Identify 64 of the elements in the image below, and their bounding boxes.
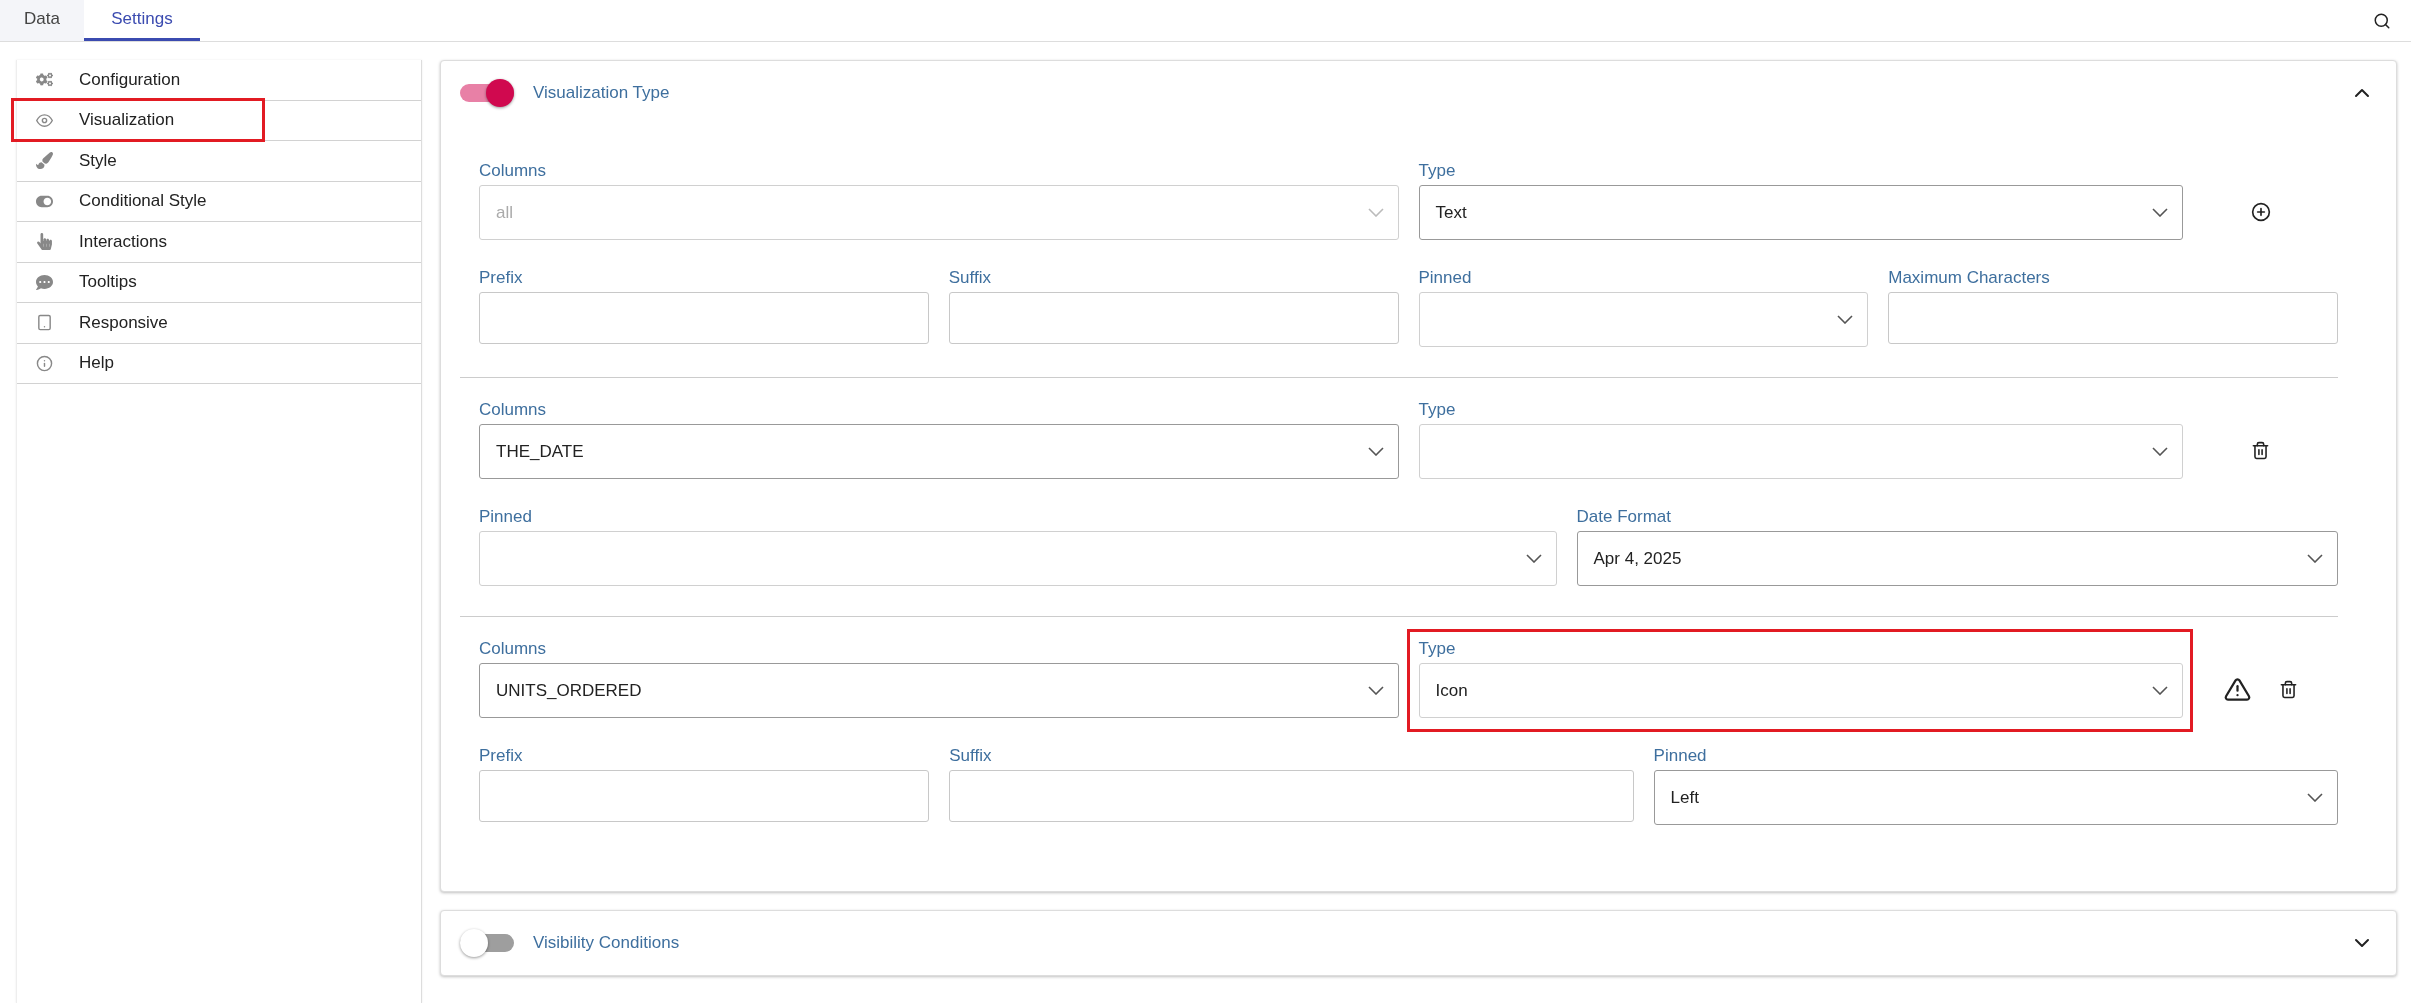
- field-label: Maximum Characters: [1888, 268, 2051, 288]
- dropdown-field[interactable]: Apr 4, 2025: [1576, 531, 2338, 586]
- sidebar-label: Conditional Style: [79, 191, 207, 212]
- sidebar-label: Style: [79, 150, 117, 171]
- chevron-down-icon: [2152, 447, 2168, 456]
- warning-icon[interactable]: [2223, 676, 2251, 703]
- field-label: Columns: [479, 161, 548, 181]
- sidebar-item[interactable]: Tooltips: [17, 262, 421, 303]
- chevron-down-icon: [1367, 208, 1384, 217]
- trash-icon[interactable]: [2251, 441, 2270, 460]
- sidebar-label: Help: [79, 353, 114, 374]
- dropdown-field[interactable]: Icon: [1418, 663, 2183, 718]
- field-label: Prefix: [479, 746, 524, 766]
- sidebar-item[interactable]: Conditional Style: [17, 181, 421, 222]
- sidebar-item[interactable]: Responsive: [17, 303, 421, 344]
- dropdown-field[interactable]: Left: [1653, 770, 2338, 825]
- add-icon[interactable]: [2250, 201, 2271, 222]
- dropdown-field[interactable]: UNITS_ORDERED: [479, 663, 1399, 718]
- sidebar-item[interactable]: Configuration: [17, 60, 421, 101]
- sidebar-item[interactable]: Style: [17, 141, 421, 182]
- toggle-switch[interactable]: [459, 78, 515, 108]
- panel-title: Visualization Type: [533, 83, 671, 103]
- sidebar-item[interactable]: Help: [17, 343, 421, 384]
- tab[interactable]: Data: [0, 0, 84, 41]
- chevron-down-icon: [1525, 554, 1542, 563]
- chevron-down-icon: [1837, 315, 1854, 324]
- sidebar-label: Configuration: [79, 69, 181, 90]
- input-field[interactable]: [948, 292, 1399, 344]
- chevron-down-icon: [2307, 793, 2323, 802]
- field-label: Suffix: [949, 746, 993, 766]
- dropdown-field[interactable]: [1418, 424, 2183, 479]
- dropdown-field[interactable]: [1418, 292, 1869, 347]
- chevron-down-icon: [1367, 686, 1384, 695]
- sidebar-item[interactable]: Visualization: [17, 100, 421, 141]
- input-field[interactable]: [1888, 292, 2338, 344]
- field-label: Suffix: [948, 268, 992, 288]
- field-label: Pinned: [1653, 746, 1708, 766]
- chevron-down-icon: [2152, 208, 2168, 217]
- field-label: Pinned: [479, 507, 533, 527]
- sidebar-label: Responsive: [79, 312, 168, 333]
- field-label: Columns: [479, 400, 548, 420]
- field-label: Pinned: [1418, 268, 1473, 288]
- sidebar-label: Visualization: [79, 110, 175, 131]
- field-label: Type: [1418, 639, 1457, 659]
- field-label: Type: [1418, 400, 1457, 420]
- dropdown-field[interactable]: [479, 531, 1557, 586]
- chevron-down-icon: [2152, 686, 2168, 695]
- sidebar-label: Tooltips: [79, 272, 137, 293]
- dropdown-field[interactable]: THE_DATE: [479, 424, 1399, 479]
- trash-icon[interactable]: [2278, 680, 2298, 699]
- chevron-down-icon: [2307, 554, 2323, 563]
- sidebar-label: Interactions: [79, 231, 167, 252]
- chevron-down-icon: [1367, 447, 1384, 456]
- field-label: Type: [1418, 161, 1457, 181]
- input-field[interactable]: [479, 770, 930, 822]
- field-label: Columns: [479, 639, 548, 659]
- input-field[interactable]: [479, 292, 929, 344]
- toggle-switch[interactable]: [459, 928, 515, 958]
- sidebar-item[interactable]: Interactions: [17, 222, 421, 263]
- input-field[interactable]: [949, 770, 1634, 822]
- panel-title: Visibility Conditions: [533, 933, 681, 953]
- field-label: Date Format: [1576, 507, 1672, 527]
- field-label: Prefix: [479, 268, 524, 288]
- dropdown-field[interactable]: Text: [1418, 185, 2183, 240]
